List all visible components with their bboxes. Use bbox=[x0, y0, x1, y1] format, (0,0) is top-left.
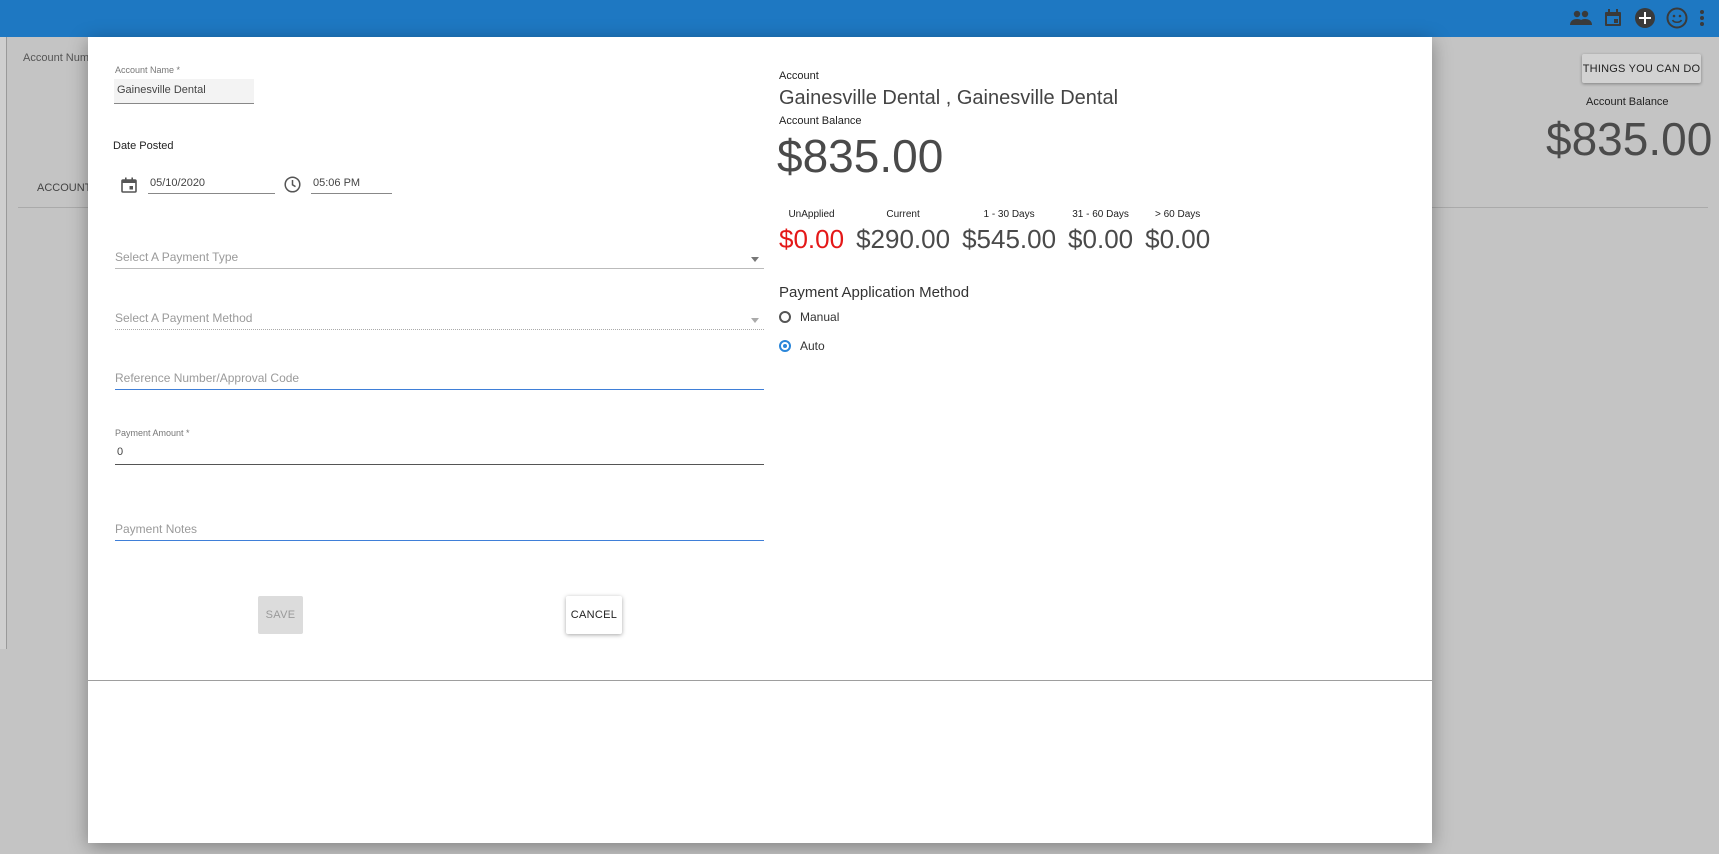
things-you-can-do-button[interactable]: THINGS YOU CAN DO bbox=[1582, 54, 1701, 83]
aging-amount: $545.00 bbox=[962, 224, 1057, 254]
aging-current: Current $290.00 bbox=[856, 209, 950, 255]
calendar-icon[interactable] bbox=[121, 177, 137, 198]
aging-unapplied: UnApplied $0.00 bbox=[779, 209, 844, 255]
add-circle-icon[interactable] bbox=[1633, 6, 1657, 30]
cancel-button[interactable]: CANCEL bbox=[566, 596, 622, 634]
radio-auto-label: Auto bbox=[800, 339, 825, 353]
aging-over-60-days: > 60 Days $0.00 bbox=[1145, 209, 1210, 255]
payment-notes-input[interactable]: Payment Notes bbox=[115, 522, 197, 536]
smiley-icon[interactable] bbox=[1665, 6, 1689, 30]
account-label: Account bbox=[779, 70, 819, 82]
radio-manual-label: Manual bbox=[800, 310, 840, 324]
radio-manual[interactable]: Manual bbox=[779, 310, 839, 324]
background-balance-label: Account Balance bbox=[1586, 96, 1669, 108]
date-posted-label: Date Posted bbox=[113, 140, 174, 152]
calendar-icon[interactable] bbox=[1601, 6, 1625, 30]
chevron-down-icon[interactable] bbox=[751, 257, 759, 262]
clock-icon[interactable] bbox=[284, 176, 301, 198]
background-account-tab[interactable]: ACCOUNT bbox=[37, 182, 91, 194]
radio-auto[interactable]: Auto bbox=[779, 339, 825, 353]
time-value: 05:06 PM bbox=[313, 177, 361, 189]
time-input-underline[interactable] bbox=[311, 193, 392, 194]
payment-amount-underline bbox=[115, 464, 764, 465]
reference-number-underline bbox=[115, 389, 764, 390]
aging-amount: $290.00 bbox=[856, 224, 951, 254]
radio-circle-manual[interactable] bbox=[779, 311, 791, 323]
payment-amount-label: Payment Amount * bbox=[115, 428, 190, 438]
payment-notes-underline bbox=[115, 540, 764, 541]
aging-amount: $0.00 bbox=[1145, 224, 1211, 254]
date-input-underline[interactable] bbox=[148, 193, 275, 194]
payment-type-select[interactable]: Select A Payment Type bbox=[115, 250, 238, 264]
account-name-label: Account Name * bbox=[115, 65, 181, 75]
aging-amount: $0.00 bbox=[1068, 224, 1134, 254]
aging-amount: $0.00 bbox=[779, 224, 845, 254]
aging-head: UnApplied bbox=[788, 209, 835, 220]
background-left-strip bbox=[0, 37, 7, 649]
payment-amount-input[interactable]: 0 bbox=[117, 446, 123, 458]
top-app-bar bbox=[0, 0, 1719, 37]
aging-31-60-days: 31 - 60 Days $0.00 bbox=[1068, 209, 1133, 255]
date-value: 05/10/2020 bbox=[150, 177, 206, 189]
account-balance-value: $835.00 bbox=[777, 130, 944, 182]
account-name-value: Gainesville Dental bbox=[117, 84, 206, 96]
payment-method-underline bbox=[115, 329, 764, 330]
save-button[interactable]: SAVE bbox=[258, 596, 303, 634]
account-balance-label: Account Balance bbox=[779, 115, 862, 127]
people-icon[interactable] bbox=[1569, 6, 1593, 30]
dialog-divider bbox=[88, 680, 1432, 681]
chevron-down-icon[interactable] bbox=[751, 318, 759, 323]
radio-circle-auto[interactable] bbox=[779, 340, 791, 352]
payment-method-select[interactable]: Select A Payment Method bbox=[115, 311, 252, 325]
top-bar-icons bbox=[1569, 6, 1707, 30]
payment-dialog: Account Name * Gainesville Dental Date P… bbox=[88, 37, 1432, 843]
payment-type-underline bbox=[115, 268, 764, 269]
aging-head: 31 - 60 Days bbox=[1072, 209, 1129, 220]
background-account-num-label: Account Num bbox=[23, 52, 90, 64]
aging-head: 1 - 30 Days bbox=[983, 209, 1035, 220]
payment-application-method-title: Payment Application Method bbox=[779, 284, 970, 301]
reference-number-input[interactable]: Reference Number/Approval Code bbox=[115, 371, 299, 385]
aging-1-30-days: 1 - 30 Days $545.00 bbox=[962, 209, 1056, 255]
aging-head: > 60 Days bbox=[1155, 209, 1201, 220]
more-vert-icon[interactable] bbox=[1697, 6, 1707, 30]
account-title: Gainesville Dental , Gainesville Dental bbox=[779, 87, 1119, 109]
aging-summary: UnApplied $0.00 Current $290.00 1 - 30 D… bbox=[779, 209, 1210, 255]
background-balance-value: $835.00 bbox=[1546, 113, 1713, 165]
aging-head: Current bbox=[886, 209, 920, 220]
